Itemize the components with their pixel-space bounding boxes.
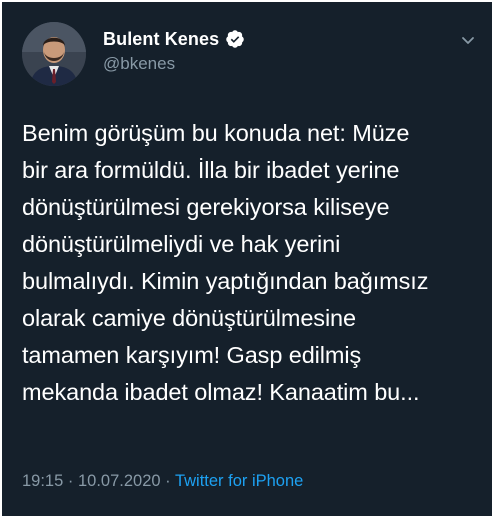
author-display-name[interactable]: Bulent Kenes	[103, 29, 219, 50]
author-name-row[interactable]: Bulent Kenes	[103, 28, 245, 50]
tweet-text-line: olarak camiye dönüştürülmesine	[22, 305, 356, 331]
tweet-source-link[interactable]: Twitter for iPhone	[175, 472, 303, 490]
tweet-meta: 19:15 · 10.07.2020 · Twitter for iPhone	[22, 472, 303, 491]
tweet-text: Benim görüşüm bu konuda net: Müze bir ar…	[22, 115, 482, 411]
meta-separator: ·	[63, 472, 78, 490]
verified-badge-icon	[225, 29, 245, 49]
avatar[interactable]	[22, 22, 86, 86]
tweet-text-line: tamamen karşıyım! Gasp edilmiş	[22, 342, 362, 368]
tweet-time[interactable]: 19:15	[22, 472, 63, 490]
tweet-text-line: dönüştürülmesi gerekiyorsa kiliseye	[22, 194, 390, 220]
tweet-date[interactable]: 10.07.2020	[78, 472, 161, 490]
chevron-down-icon[interactable]	[458, 30, 478, 50]
tweet-card: Bulent Kenes @bkenes Benim görüşüm bu ko…	[2, 2, 492, 516]
tweet-text-line: Benim görüşüm bu konuda net: Müze	[22, 120, 410, 146]
tweet-text-line: bulmalıydı. Kimin yaptığından bağımsız	[22, 268, 429, 294]
meta-separator: ·	[160, 472, 175, 490]
tweet-text-line: bir ara formüldü. İlla bir ibadet yerine	[22, 157, 400, 183]
author-handle[interactable]: @bkenes	[103, 54, 175, 74]
tweet-text-line: mekanda ibadet olmaz! Kanaatim bu...	[22, 379, 420, 405]
tweet-text-line: dönüştürülmeliydi ve hak yerini	[22, 231, 341, 257]
